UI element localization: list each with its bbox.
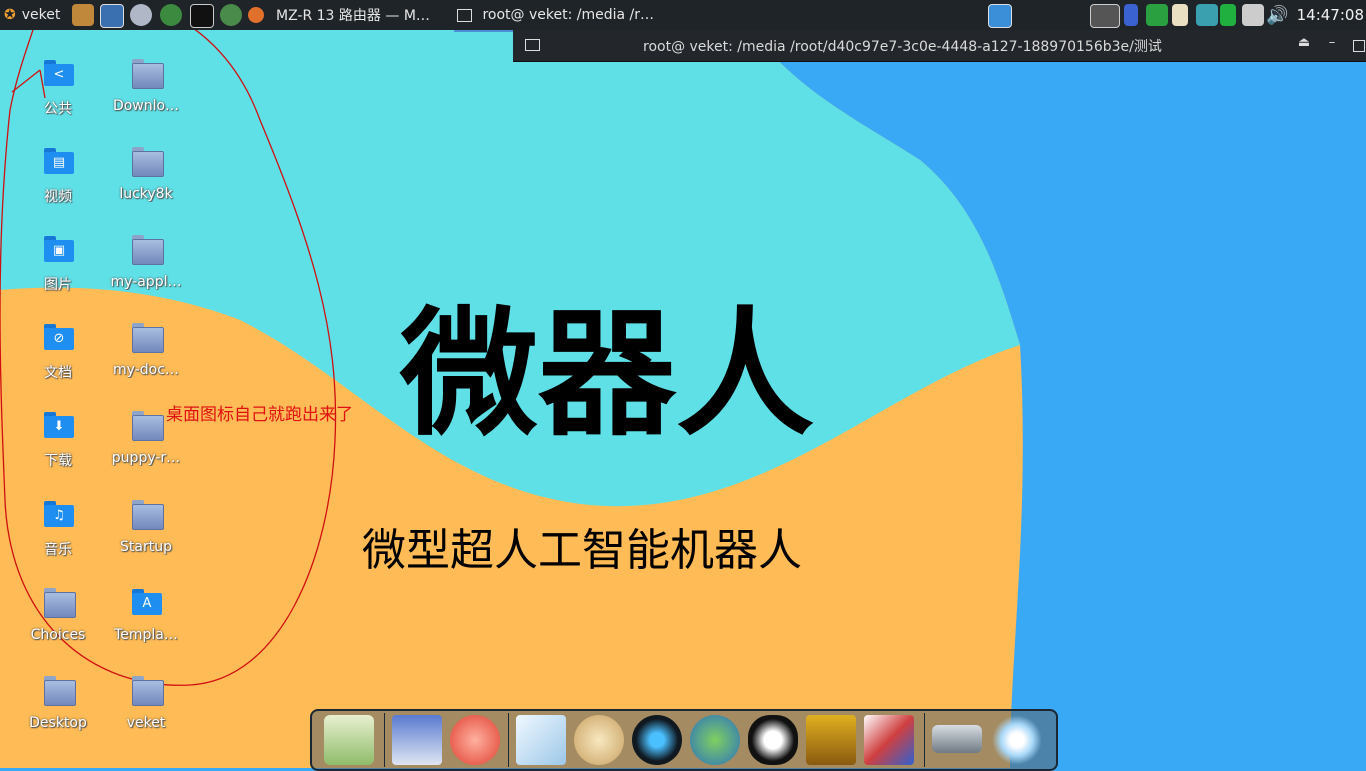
desktop-icon-label: veket: [126, 715, 166, 731]
desktop-icon-veket[interactable]: veket: [104, 675, 188, 759]
folder-icon: [130, 675, 164, 706]
download-folder-icon: ⬇: [42, 410, 74, 440]
tux-penguin-icon[interactable]: [748, 715, 798, 765]
volume-icon[interactable]: 🔊: [1266, 0, 1288, 30]
desktop-icon-label: 图片: [44, 277, 72, 293]
minimize-button[interactable]: –: [1323, 35, 1341, 53]
battery-icon[interactable]: [1124, 4, 1138, 26]
desktop-icon-download[interactable]: ⬇ 下载: [16, 410, 100, 494]
desktop-icon-pictures[interactable]: ▣ 图片: [16, 234, 100, 318]
chart-icon[interactable]: [864, 715, 914, 765]
desktop-icon-label: puppy-r…: [111, 450, 181, 466]
pictures-folder-icon: ▣: [42, 234, 74, 264]
terminal-window-titlebar[interactable]: root@ veket: /media /root/d40c97e7-3c0e-…: [513, 30, 1366, 62]
desktop-icon-label: Desktop: [29, 715, 87, 731]
desktop-icon-music[interactable]: ♫ 音乐: [16, 499, 100, 583]
users-icon[interactable]: [690, 715, 740, 765]
task-browser[interactable]: MZ-R 13 路由器 — M…: [248, 0, 430, 30]
system-monitor-icon[interactable]: [100, 4, 124, 28]
globe-icon[interactable]: [220, 4, 242, 26]
folder-icon: [130, 499, 164, 530]
clipboard-icon[interactable]: [1172, 4, 1188, 26]
desktop-icon-my-documents[interactable]: my-doc…: [104, 322, 188, 406]
start-menu-label: veket: [21, 7, 61, 23]
folder-icon: [130, 234, 164, 265]
dock-separator: [508, 713, 509, 767]
desktop-icon-desktop[interactable]: Desktop: [16, 675, 100, 759]
play-icon[interactable]: [160, 4, 182, 26]
desktop-icon-label: Choices: [30, 627, 86, 643]
task-terminal-label: root@ veket: /media /r…: [482, 7, 654, 23]
database-icon[interactable]: [1220, 4, 1236, 26]
desktop-icon-lucky8k[interactable]: lucky8k: [104, 146, 188, 230]
desktop-icon-label: Downlo…: [112, 98, 180, 114]
taskbar: ✪ veket MZ-R 13 路由器 — M… root@ veket: /m…: [0, 0, 1366, 32]
wallpaper-subtitle: 微型超人工智能机器人: [362, 525, 802, 576]
wallpaper-title: 微器人: [400, 294, 815, 455]
shield-icon[interactable]: [1146, 4, 1168, 26]
desktop-icon-label: my-doc…: [113, 362, 179, 378]
desktop-icon-public[interactable]: < 公共: [16, 58, 100, 142]
desktop-icon-label: 文档: [44, 365, 72, 381]
writer-icon[interactable]: [516, 715, 566, 765]
maximize-button[interactable]: [1353, 40, 1365, 52]
terminal-icon[interactable]: [190, 4, 214, 28]
dock-separator: [384, 713, 385, 767]
folder-icon: [42, 587, 76, 618]
paint-icon[interactable]: [574, 715, 624, 765]
monitor-icon[interactable]: [392, 715, 442, 765]
desktop-icon-label: 下载: [44, 453, 72, 469]
desktop-icon-label: Startup: [120, 539, 172, 555]
music-folder-icon: ♫: [42, 499, 74, 529]
dock-separator: [924, 713, 925, 767]
keyboard-icon[interactable]: [1242, 4, 1264, 26]
desktop-icon-templates[interactable]: A Templa…: [104, 587, 188, 671]
dock: [310, 709, 1058, 771]
veket-logo-icon: ✪: [4, 7, 16, 23]
eject-button[interactable]: ⏏: [1295, 35, 1313, 53]
documents-folder-icon: ⊘: [42, 322, 74, 352]
desktop-icon-choices[interactable]: Choices: [16, 587, 100, 671]
folder-icon: [42, 675, 76, 706]
desktop-icon-label: 公共: [44, 101, 72, 117]
desktop-icon-label: my-appl…: [110, 274, 182, 290]
share-folder-icon: <: [42, 58, 74, 88]
folder-icon: [130, 410, 164, 441]
start-menu-button[interactable]: ✪ veket: [4, 0, 60, 30]
firefox-icon: [248, 7, 264, 23]
desktop-icon-label: 音乐: [44, 542, 72, 558]
templates-folder-icon: A: [130, 587, 162, 617]
clock: 14:47:08: [1296, 6, 1364, 24]
gear-icon[interactable]: [130, 4, 152, 26]
desktop-icon-downloads[interactable]: Downlo…: [104, 58, 188, 142]
settings-sun-icon[interactable]: [992, 715, 1042, 765]
desktop-icon-label: 视频: [44, 189, 72, 205]
media-player-icon[interactable]: [632, 715, 682, 765]
desktop-icon-label: Templa…: [114, 627, 178, 643]
drive-icon[interactable]: [932, 725, 982, 753]
show-desktop-icon[interactable]: [988, 4, 1012, 28]
red-annotation-text: 桌面图标自己就跑出来了: [166, 405, 353, 425]
video-folder-icon: ▤: [42, 146, 74, 176]
tools-icon[interactable]: [72, 4, 94, 26]
desktop-icon-label: lucky8k: [119, 186, 173, 202]
terminal-task-icon: [457, 8, 473, 22]
folder-icon: [130, 146, 164, 177]
display-icon[interactable]: [1196, 4, 1218, 26]
terminal-window-icon: [525, 39, 540, 51]
task-terminal[interactable]: root@ veket: /media /r…: [454, 0, 654, 32]
task-browser-label: MZ-R 13 路由器 — M…: [276, 8, 430, 24]
network-icon[interactable]: [1090, 4, 1120, 28]
desktop-icon-documents[interactable]: ⊘ 文档: [16, 322, 100, 406]
desktop-icon-videos[interactable]: ▤ 视频: [16, 146, 100, 230]
terminal-window-title: root@ veket: /media /root/d40c97e7-3c0e-…: [643, 39, 1162, 55]
desktop-icon-startup[interactable]: Startup: [104, 499, 188, 583]
file-manager-icon[interactable]: [324, 715, 374, 765]
desktop-icon-my-applications[interactable]: my-appl…: [104, 234, 188, 318]
notebook-icon[interactable]: [806, 715, 856, 765]
folder-icon: [130, 322, 164, 353]
cat-icon[interactable]: [450, 715, 500, 765]
folder-icon: [130, 58, 164, 89]
